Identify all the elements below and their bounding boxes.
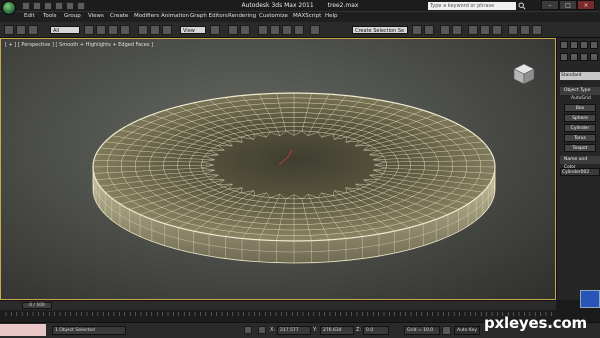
lights-icon[interactable]	[580, 53, 588, 61]
select-scale-icon[interactable]	[162, 25, 172, 35]
search-input[interactable]: Type a keyword or phrase	[428, 2, 516, 10]
track-bar[interactable]	[0, 310, 556, 322]
box-button[interactable]: Box	[564, 104, 596, 112]
perspective-viewport[interactable]: [ + ] [ Perspective ] [ Smooth + Highlig…	[0, 38, 556, 300]
auto-key-button[interactable]: Auto Key	[454, 326, 480, 335]
time-slider-handle[interactable]: 0 / 100	[22, 302, 52, 309]
main-toolbar: All View Create Selection Se	[0, 22, 600, 38]
menu-tools[interactable]: Tools	[43, 13, 57, 19]
y-label: Y:	[313, 327, 318, 333]
x-coordinate-field[interactable]: 217.577	[277, 326, 311, 335]
application-button[interactable]	[2, 1, 16, 15]
lock-selection-icon[interactable]	[244, 326, 252, 334]
unlink-icon[interactable]	[16, 25, 26, 35]
cylinder-button[interactable]: Cylinder	[564, 124, 596, 132]
search-icon[interactable]	[518, 2, 526, 10]
viewcube-icon[interactable]	[511, 61, 537, 87]
geometry-icon[interactable]	[560, 53, 568, 61]
primitive-category-dropdown[interactable]: Standard Primitives	[560, 72, 600, 86]
taskbar-window-thumbnail[interactable]	[580, 290, 600, 308]
teapot-button[interactable]: Teapot	[564, 144, 596, 152]
selection-status: 1 Object Selected	[52, 326, 126, 335]
percent-snap-icon[interactable]	[282, 25, 292, 35]
create-tab-icon[interactable]	[560, 41, 568, 49]
pivot-center-icon[interactable]	[210, 25, 220, 35]
spinner-snap-icon[interactable]	[294, 25, 304, 35]
object-type-rollout[interactable]: Object Type	[560, 87, 600, 95]
named-selection-sets-dropdown[interactable]: Create Selection Se	[352, 26, 408, 34]
app-title: Autodesk 3ds Max 2011	[241, 2, 314, 9]
align-icon[interactable]	[424, 25, 434, 35]
select-manipulate-icon[interactable]	[228, 25, 238, 35]
layer-manager-icon[interactable]	[440, 25, 450, 35]
window-crossing-icon[interactable]	[120, 25, 130, 35]
y-coordinate-field[interactable]: 276.634	[320, 326, 354, 335]
maxscript-listener-mini[interactable]	[0, 324, 46, 336]
selection-region-icon[interactable]	[108, 25, 118, 35]
select-link-icon[interactable]	[4, 25, 14, 35]
menu-group[interactable]: Group	[64, 13, 81, 19]
name-color-rollout[interactable]: Name and Color	[560, 156, 600, 170]
sphere-button[interactable]: Sphere	[564, 114, 596, 122]
snaps-toggle-icon[interactable]	[258, 25, 268, 35]
menu-create[interactable]: Create	[110, 13, 128, 19]
close-button[interactable]: ×	[577, 0, 595, 10]
motion-tab-icon[interactable]	[590, 41, 598, 49]
select-object-icon[interactable]	[84, 25, 94, 35]
cylinder-wireframe-mesh[interactable]	[1, 39, 556, 300]
torus-button[interactable]: Torus	[564, 134, 596, 142]
menu-customize[interactable]: Customize	[259, 13, 288, 19]
autogrid-checkbox[interactable]: AutoGrid	[571, 96, 591, 101]
graphite-ribbon-icon[interactable]	[452, 25, 462, 35]
selection-filter-dropdown[interactable]: All	[50, 26, 80, 34]
menu-views[interactable]: Views	[88, 13, 104, 19]
watermark-text: pxleyes.com	[484, 314, 587, 332]
render-production-icon[interactable]	[532, 25, 542, 35]
reference-coordinate-dropdown[interactable]: View	[180, 26, 206, 34]
schematic-view-icon[interactable]	[480, 25, 490, 35]
angle-snap-icon[interactable]	[270, 25, 280, 35]
menu-bar: Edit Tools Group Views Create Modifiers …	[0, 12, 600, 22]
menu-help[interactable]: Help	[325, 13, 338, 19]
window-controls: – □ ×	[541, 0, 595, 10]
select-by-name-icon[interactable]	[96, 25, 106, 35]
menu-animation[interactable]: Animation	[161, 13, 189, 19]
file-title: tree2.max	[327, 2, 359, 9]
cameras-icon[interactable]	[590, 53, 598, 61]
time-slider[interactable]: 0 / 100	[0, 300, 556, 310]
menu-graph-editors[interactable]: Graph Editors	[190, 13, 228, 19]
menu-modifiers[interactable]: Modifiers	[134, 13, 159, 19]
x-label: X:	[270, 327, 276, 333]
curve-editor-icon[interactable]	[468, 25, 478, 35]
shapes-icon[interactable]	[570, 53, 578, 61]
rendered-frame-window-icon[interactable]	[520, 25, 530, 35]
absolute-mode-icon[interactable]	[258, 326, 266, 334]
select-rotate-icon[interactable]	[150, 25, 160, 35]
material-editor-icon[interactable]	[492, 25, 502, 35]
z-coordinate-field[interactable]: 0.0	[363, 326, 389, 335]
grid-size-display: Grid = 10.0	[404, 326, 440, 335]
menu-edit[interactable]: Edit	[24, 13, 35, 19]
select-move-icon[interactable]	[138, 25, 148, 35]
command-panel: Standard Primitives Object Type AutoGrid…	[556, 38, 600, 300]
set-key-icon[interactable]	[442, 326, 451, 335]
title-bar: Autodesk 3ds Max 2011 tree2.max Type a k…	[0, 0, 600, 12]
edit-named-selection-icon[interactable]	[310, 25, 320, 35]
mirror-icon[interactable]	[412, 25, 422, 35]
render-setup-icon[interactable]	[508, 25, 518, 35]
object-name-field[interactable]: Cylinder002	[560, 168, 600, 176]
maximize-button[interactable]: □	[559, 0, 577, 10]
z-label: Z:	[356, 327, 362, 333]
hierarchy-tab-icon[interactable]	[580, 41, 588, 49]
menu-rendering[interactable]: Rendering	[228, 13, 256, 19]
modify-tab-icon[interactable]	[570, 41, 578, 49]
keyboard-shortcut-override-icon[interactable]	[240, 25, 250, 35]
menu-maxscript[interactable]: MAXScript	[293, 13, 321, 19]
bind-space-warp-icon[interactable]	[28, 25, 38, 35]
minimize-button[interactable]: –	[541, 0, 559, 10]
